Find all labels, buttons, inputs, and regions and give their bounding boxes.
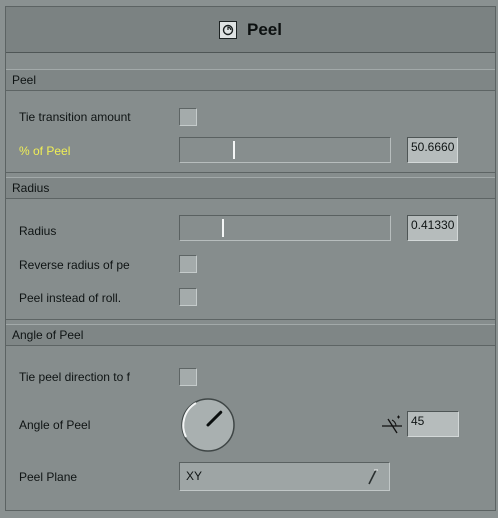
radius-input[interactable]: 0.41330	[407, 215, 458, 241]
radius-slider[interactable]	[179, 215, 391, 241]
peel-plane-dropdown[interactable]: XY	[179, 462, 390, 491]
reverse-radius-checkbox[interactable]	[179, 255, 197, 273]
percent-of-peel-input[interactable]: 50.6660	[407, 137, 458, 163]
peel-instead-of-roll-checkbox[interactable]	[179, 288, 197, 306]
section-header-peel[interactable]: Peel	[6, 69, 495, 91]
peel-plane-label: Peel Plane	[19, 470, 78, 484]
percent-of-peel-slider[interactable]	[179, 137, 391, 163]
section-divider	[6, 319, 495, 320]
angle-of-peel-input[interactable]: 45	[407, 411, 459, 437]
percent-of-peel-slider-thumb[interactable]	[233, 141, 235, 159]
peel-effect-icon	[219, 20, 237, 39]
peel-effect-panel: Peel Peel Tie transition amount % of Pee…	[5, 6, 496, 511]
tie-peel-direction-label: Tie peel direction to f	[19, 370, 130, 384]
angle-of-peel-label: Angle of Peel	[19, 418, 91, 432]
tie-transition-label: Tie transition amount	[19, 110, 131, 124]
section-header-angle[interactable]: Angle of Peel	[6, 324, 495, 346]
dropdown-arrow-icon[interactable]	[365, 469, 379, 485]
panel-title-bar: Peel	[6, 7, 495, 53]
peel-instead-of-roll-label: Peel instead of roll.	[19, 291, 122, 305]
tie-peel-direction-checkbox[interactable]	[179, 368, 197, 386]
radius-slider-thumb[interactable]	[222, 219, 224, 237]
panel-title: Peel	[247, 19, 282, 39]
section-divider	[6, 172, 495, 173]
percent-of-peel-label: % of Peel	[19, 144, 71, 158]
tie-transition-checkbox[interactable]	[179, 108, 197, 126]
angle-arrow-icon	[382, 415, 402, 434]
peel-plane-selected-value: XY	[186, 469, 203, 483]
reverse-radius-label: Reverse radius of pe	[19, 258, 130, 272]
radius-label: Radius	[19, 224, 57, 238]
angle-dial[interactable]	[180, 397, 236, 453]
section-header-radius[interactable]: Radius	[6, 177, 495, 199]
